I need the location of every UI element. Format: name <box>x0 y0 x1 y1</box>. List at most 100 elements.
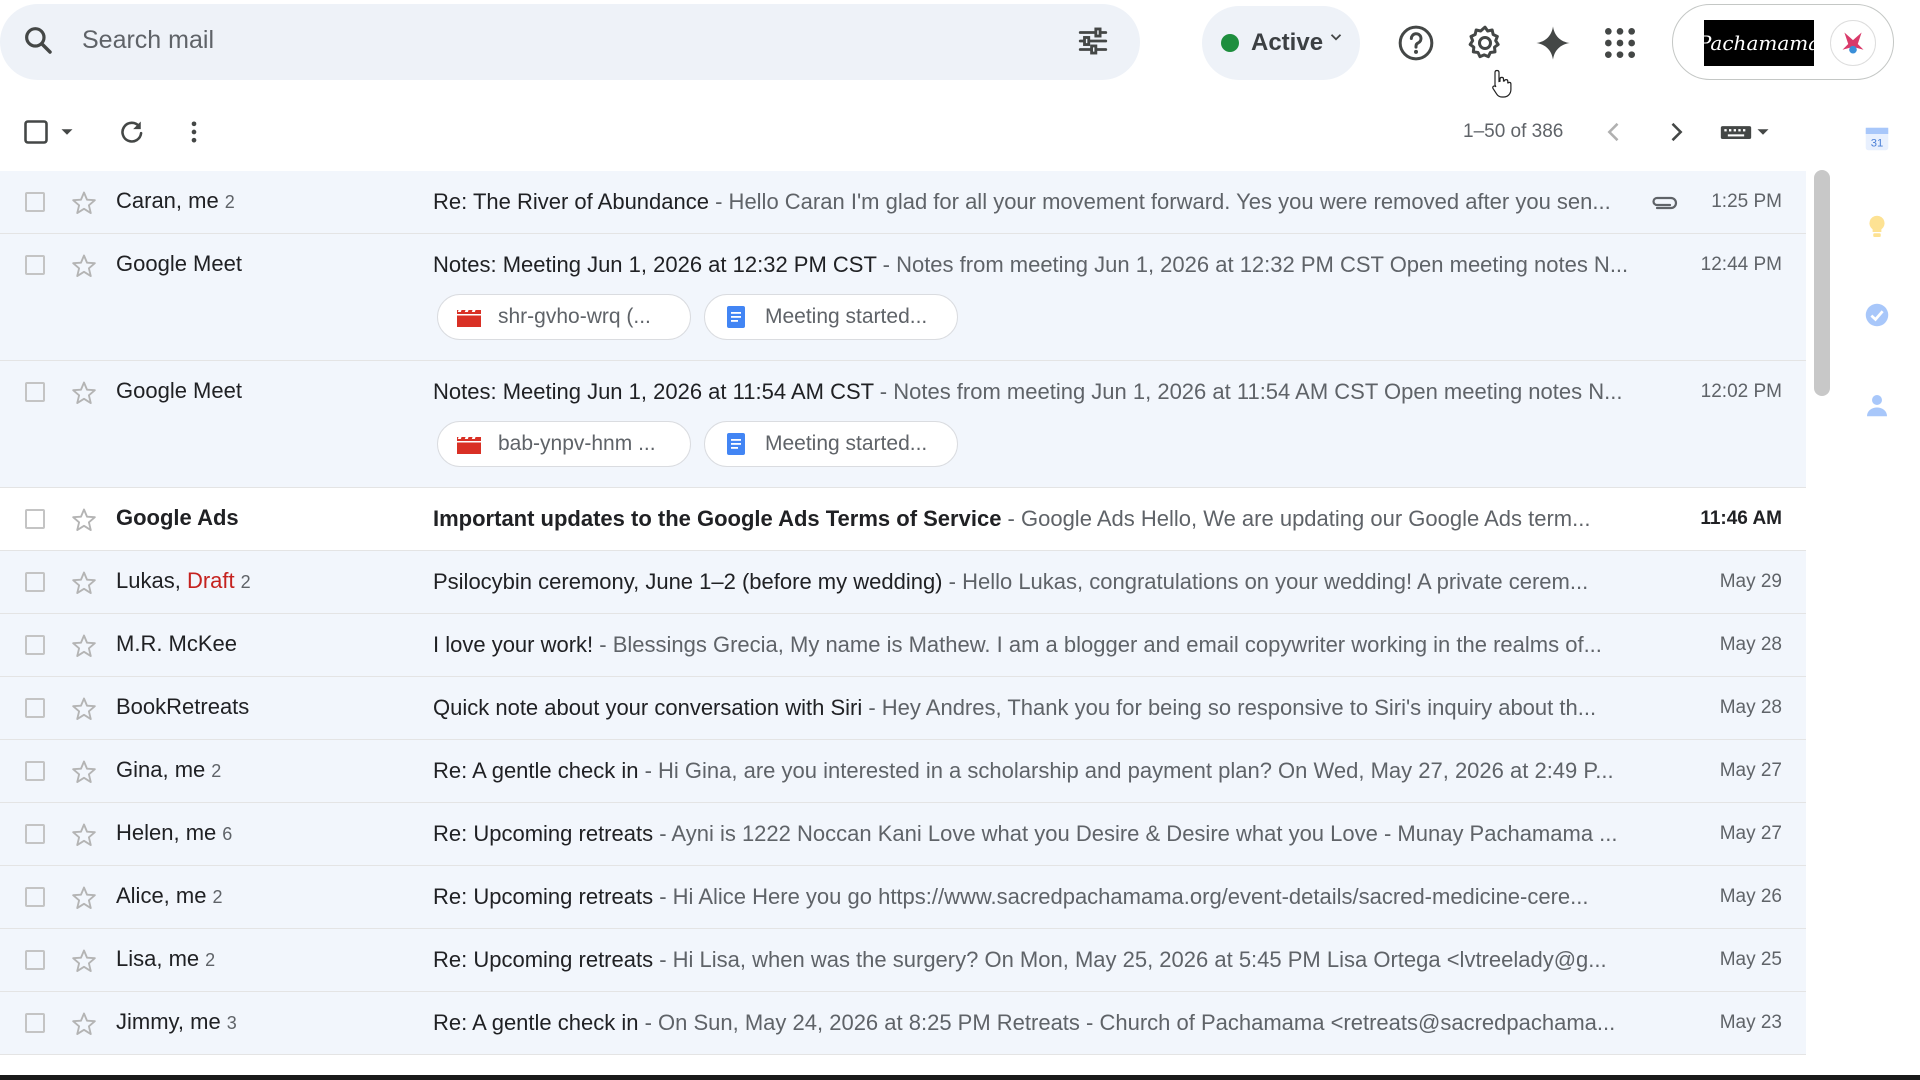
email-subject: Important updates to the Google Ads Term… <box>433 506 1002 531</box>
sender-name: Alice, me <box>116 883 207 908</box>
star-icon[interactable] <box>70 884 98 912</box>
email-content[interactable]: Re: A gentle check in - On Sun, May 24, … <box>433 1010 1633 1036</box>
email-content[interactable]: Quick note about your conversation with … <box>433 695 1633 721</box>
scrollbar[interactable] <box>1814 170 1830 396</box>
row-checkbox[interactable] <box>25 950 45 970</box>
email-row[interactable]: Caran, me 2 Re: The River of Abundance - H… <box>0 171 1806 234</box>
email-row[interactable]: Google Meet Notes: Meeting Jun 1, 2026 at… <box>0 361 1806 488</box>
calendar-icon[interactable]: 31 <box>1862 124 1892 154</box>
star-icon[interactable] <box>70 758 98 786</box>
select-all-checkbox[interactable] <box>22 118 50 146</box>
keep-icon[interactable] <box>1862 212 1892 242</box>
search-input[interactable]: Search mail <box>82 26 214 55</box>
more-vert-icon[interactable] <box>180 118 208 146</box>
row-checkbox[interactable] <box>25 192 45 212</box>
email-row[interactable]: Google Meet Notes: Meeting Jun 1, 2026 at… <box>0 234 1806 361</box>
chevron-left-icon[interactable] <box>1600 118 1628 146</box>
apps-grid-icon[interactable] <box>1600 23 1640 63</box>
email-content[interactable]: I love your work! - Blessings Grecia, My… <box>433 632 1633 658</box>
row-checkbox[interactable] <box>25 887 45 907</box>
sender-name: M.R. McKee <box>116 631 238 656</box>
star-icon[interactable] <box>70 379 98 407</box>
chevron-down-icon[interactable] <box>1752 118 1774 146</box>
contacts-icon[interactable] <box>1862 390 1892 420</box>
email-row[interactable]: Lukas, Draft 2 Psilocybin ceremony, June 1… <box>0 551 1806 614</box>
sender: Google Ads <box>116 505 239 531</box>
search-icon[interactable] <box>22 24 54 56</box>
row-checkbox[interactable] <box>25 509 45 529</box>
attachment-chip[interactable]: Meeting started... <box>704 294 958 340</box>
avatar[interactable] <box>1830 20 1876 66</box>
star-icon[interactable] <box>70 632 98 660</box>
attachment-chip[interactable]: shr-gvho-wrq (... <box>437 294 691 340</box>
email-date: May 25 <box>1719 949 1782 970</box>
email-row[interactable]: Gina, me 2 Re: A gentle check in - Hi Gina… <box>0 740 1806 803</box>
keyboard-icon[interactable] <box>1718 118 1754 146</box>
row-checkbox[interactable] <box>25 1013 45 1033</box>
email-content[interactable]: Psilocybin ceremony, June 1–2 (before my… <box>433 569 1633 595</box>
attachment-chip-label: Meeting started... <box>765 432 928 455</box>
status-label[interactable]: Active <box>1251 29 1323 57</box>
sender-name: Google Ads <box>116 505 239 530</box>
attachment-chip[interactable]: bab-ynpv-hnm ... <box>437 421 691 467</box>
logo-text: Pachamama <box>1697 31 1821 55</box>
email-snippet: - Hi Alice Here you go https://www.sacre… <box>653 884 1589 909</box>
star-icon[interactable] <box>70 189 98 217</box>
email-row[interactable]: M.R. McKee I love your work! - Blessings … <box>0 614 1806 677</box>
thread-count: 6 <box>222 824 233 844</box>
email-content[interactable]: Re: Upcoming retreats - Ayni is 1222 Noc… <box>433 821 1633 847</box>
row-checkbox[interactable] <box>25 255 45 275</box>
search-options-icon[interactable] <box>1076 24 1110 58</box>
email-snippet: - Ayni is 1222 Noccan Kani Love what you… <box>653 821 1618 846</box>
star-icon[interactable] <box>70 947 98 975</box>
email-content[interactable]: Re: The River of Abundance - Hello Caran… <box>433 189 1633 215</box>
email-row[interactable]: Alice, me 2 Re: Upcoming retreats - Hi Ali… <box>0 866 1806 929</box>
chevron-down-icon[interactable] <box>1327 28 1345 46</box>
email-row[interactable]: Lisa, me 2 Re: Upcoming retreats - Hi Lisa… <box>0 929 1806 992</box>
thread-count: 3 <box>226 1013 237 1033</box>
row-checkbox[interactable] <box>25 824 45 844</box>
row-checkbox[interactable] <box>25 698 45 718</box>
email-date: May 27 <box>1719 760 1782 781</box>
gemini-sparkle-icon[interactable] <box>1533 23 1573 63</box>
star-icon[interactable] <box>70 695 98 723</box>
email-snippet: - Google Ads Hello, We are updating our … <box>1001 506 1591 531</box>
row-checkbox[interactable] <box>25 761 45 781</box>
row-checkbox[interactable] <box>25 382 45 402</box>
star-icon[interactable] <box>70 506 98 534</box>
email-content[interactable]: Re: Upcoming retreats - Hi Lisa, when wa… <box>433 947 1633 973</box>
refresh-icon[interactable] <box>118 118 146 146</box>
star-icon[interactable] <box>70 1010 98 1038</box>
attachment-chip[interactable]: Meeting started... <box>704 421 958 467</box>
status-dot <box>1221 34 1239 52</box>
row-checkbox[interactable] <box>25 635 45 655</box>
email-date: May 26 <box>1719 886 1782 907</box>
email-row[interactable]: Google Ads Important updates to the Googl… <box>0 488 1806 551</box>
email-date: May 23 <box>1719 1012 1782 1033</box>
svg-text:31: 31 <box>1871 138 1884 150</box>
star-icon[interactable] <box>70 252 98 280</box>
sender-name: BookRetreats <box>116 694 250 719</box>
email-snippet: - Hey Andres, Thank you for being so res… <box>862 695 1597 720</box>
email-row[interactable]: Jimmy, me 3 Re: A gentle check in - On Sun… <box>0 992 1806 1055</box>
star-icon[interactable] <box>70 569 98 597</box>
gear-icon[interactable] <box>1465 23 1505 63</box>
row-checkbox[interactable] <box>25 572 45 592</box>
sender: Google Meet <box>116 251 242 277</box>
email-content[interactable]: Notes: Meeting Jun 1, 2026 at 12:32 PM C… <box>433 252 1633 278</box>
tasks-icon[interactable] <box>1862 300 1892 330</box>
help-icon[interactable] <box>1396 23 1436 63</box>
chevron-down-icon[interactable] <box>56 118 78 146</box>
email-content[interactable]: Important updates to the Google Ads Term… <box>433 506 1633 532</box>
email-content[interactable]: Notes: Meeting Jun 1, 2026 at 11:54 AM C… <box>433 379 1633 405</box>
star-icon[interactable] <box>70 821 98 849</box>
email-content[interactable]: Re: A gentle check in - Hi Gina, are you… <box>433 758 1633 784</box>
email-content[interactable]: Re: Upcoming retreats - Hi Alice Here yo… <box>433 884 1633 910</box>
email-subject: I love your work! <box>433 632 594 657</box>
email-row[interactable]: BookRetreats Quick note about your conver… <box>0 677 1806 740</box>
email-date: May 28 <box>1719 634 1782 655</box>
chevron-right-icon[interactable] <box>1662 118 1690 146</box>
sender: Caran, me 2 <box>116 188 235 214</box>
email-subject: Re: Upcoming retreats <box>433 884 654 909</box>
email-row[interactable]: Helen, me 6 Re: Upcoming retreats - Ayni i… <box>0 803 1806 866</box>
